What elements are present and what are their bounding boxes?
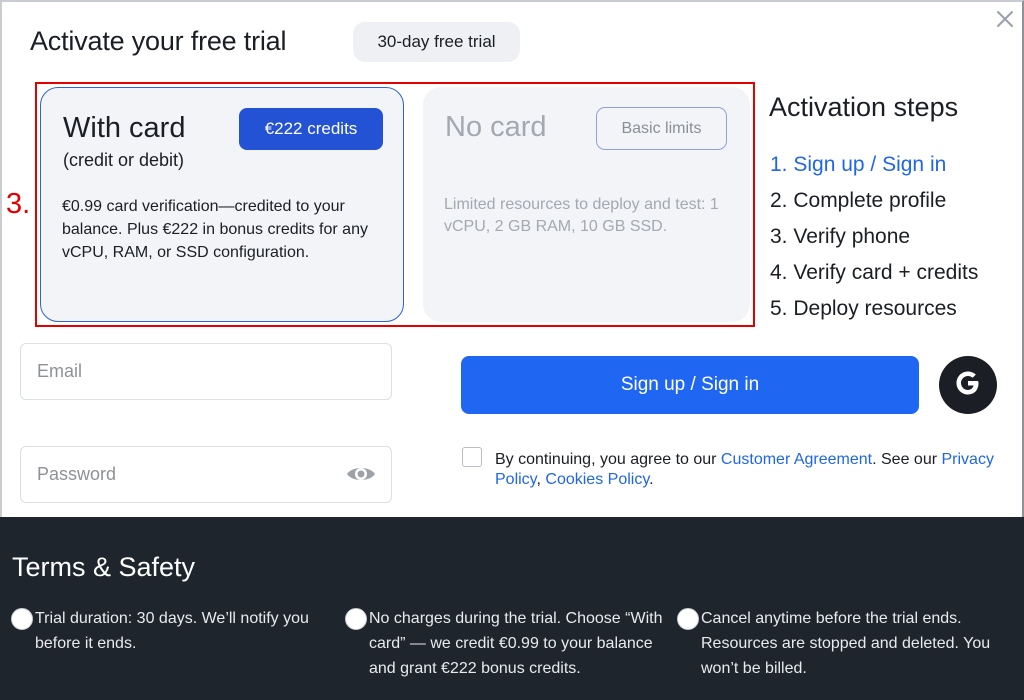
email-field[interactable]: Email: [20, 343, 392, 400]
page-title: Activate your free trial: [30, 26, 287, 56]
step-item-phone: 3. Verify phone: [770, 225, 911, 248]
plan-description: €0.99 card verification—credited to your…: [62, 198, 368, 261]
email-placeholder: Email: [37, 361, 83, 381]
terms-section: Terms & Safety Trial duration: 30 days. …: [0, 517, 1024, 700]
credits-badge: €222 credits: [239, 108, 383, 150]
plan-title: No card: [445, 111, 547, 143]
limits-badge: Basic limits: [596, 107, 727, 150]
signin-button[interactable]: Sign up / Sign in: [461, 356, 919, 414]
consent-mid: . See our: [872, 451, 942, 468]
terms-item-text: No charges during the trial. Choose “Wit…: [369, 610, 663, 677]
google-icon: [952, 367, 984, 404]
activation-steps-title: Activation steps: [769, 92, 959, 122]
cookies-policy-link[interactable]: Cookies Policy: [545, 471, 649, 488]
plan-subtitle: (credit or debit): [63, 150, 185, 170]
radio-icon[interactable]: [677, 608, 699, 630]
terms-item: Cancel anytime before the trial ends. Re…: [677, 606, 1022, 681]
password-field[interactable]: Password: [20, 446, 392, 503]
terms-item-text: Cancel anytime before the trial ends. Re…: [701, 610, 991, 677]
radio-icon[interactable]: [11, 608, 33, 630]
eye-icon[interactable]: [345, 462, 377, 486]
radio-icon[interactable]: [345, 608, 367, 630]
plan-card-with-card[interactable]: With card (credit or debit) €222 credits…: [40, 87, 404, 322]
password-placeholder: Password: [37, 464, 117, 484]
step-item-deploy: 5. Deploy resources: [770, 297, 957, 320]
terms-item-text: Trial duration: 30 days. We’ll notify yo…: [35, 610, 309, 652]
plan-title: With card: [63, 112, 186, 144]
terms-item: Trial duration: 30 days. We’ll notify yo…: [11, 606, 341, 656]
trial-badge: 30-day free trial: [353, 22, 520, 62]
activation-steps-list: 1. Sign up / Sign in 2. Complete profile…: [770, 153, 978, 333]
consent-period: .: [649, 471, 654, 488]
annotation-step-number: 3.: [6, 188, 31, 220]
customer-agreement-link[interactable]: Customer Agreement: [721, 451, 872, 468]
step-item-card: 4. Verify card + credits: [770, 261, 979, 284]
plan-card-no-card[interactable]: No card Basic limits Limited resources t…: [423, 87, 750, 322]
step-item-profile: 2. Complete profile: [770, 189, 947, 212]
terms-item: No charges during the trial. Choose “Wit…: [345, 606, 675, 681]
plan-description: Limited resources to deploy and test: 1 …: [444, 196, 719, 235]
consent-prefix: By continuing, you agree to our: [495, 451, 721, 468]
step-item-signup[interactable]: 1. Sign up / Sign in: [770, 153, 978, 189]
consent-text: By continuing, you agree to our Customer…: [495, 450, 995, 490]
google-signin-button[interactable]: [939, 356, 997, 414]
close-icon[interactable]: [994, 8, 1016, 30]
agreement-checkbox[interactable]: [462, 447, 482, 467]
terms-title: Terms & Safety: [12, 552, 196, 582]
